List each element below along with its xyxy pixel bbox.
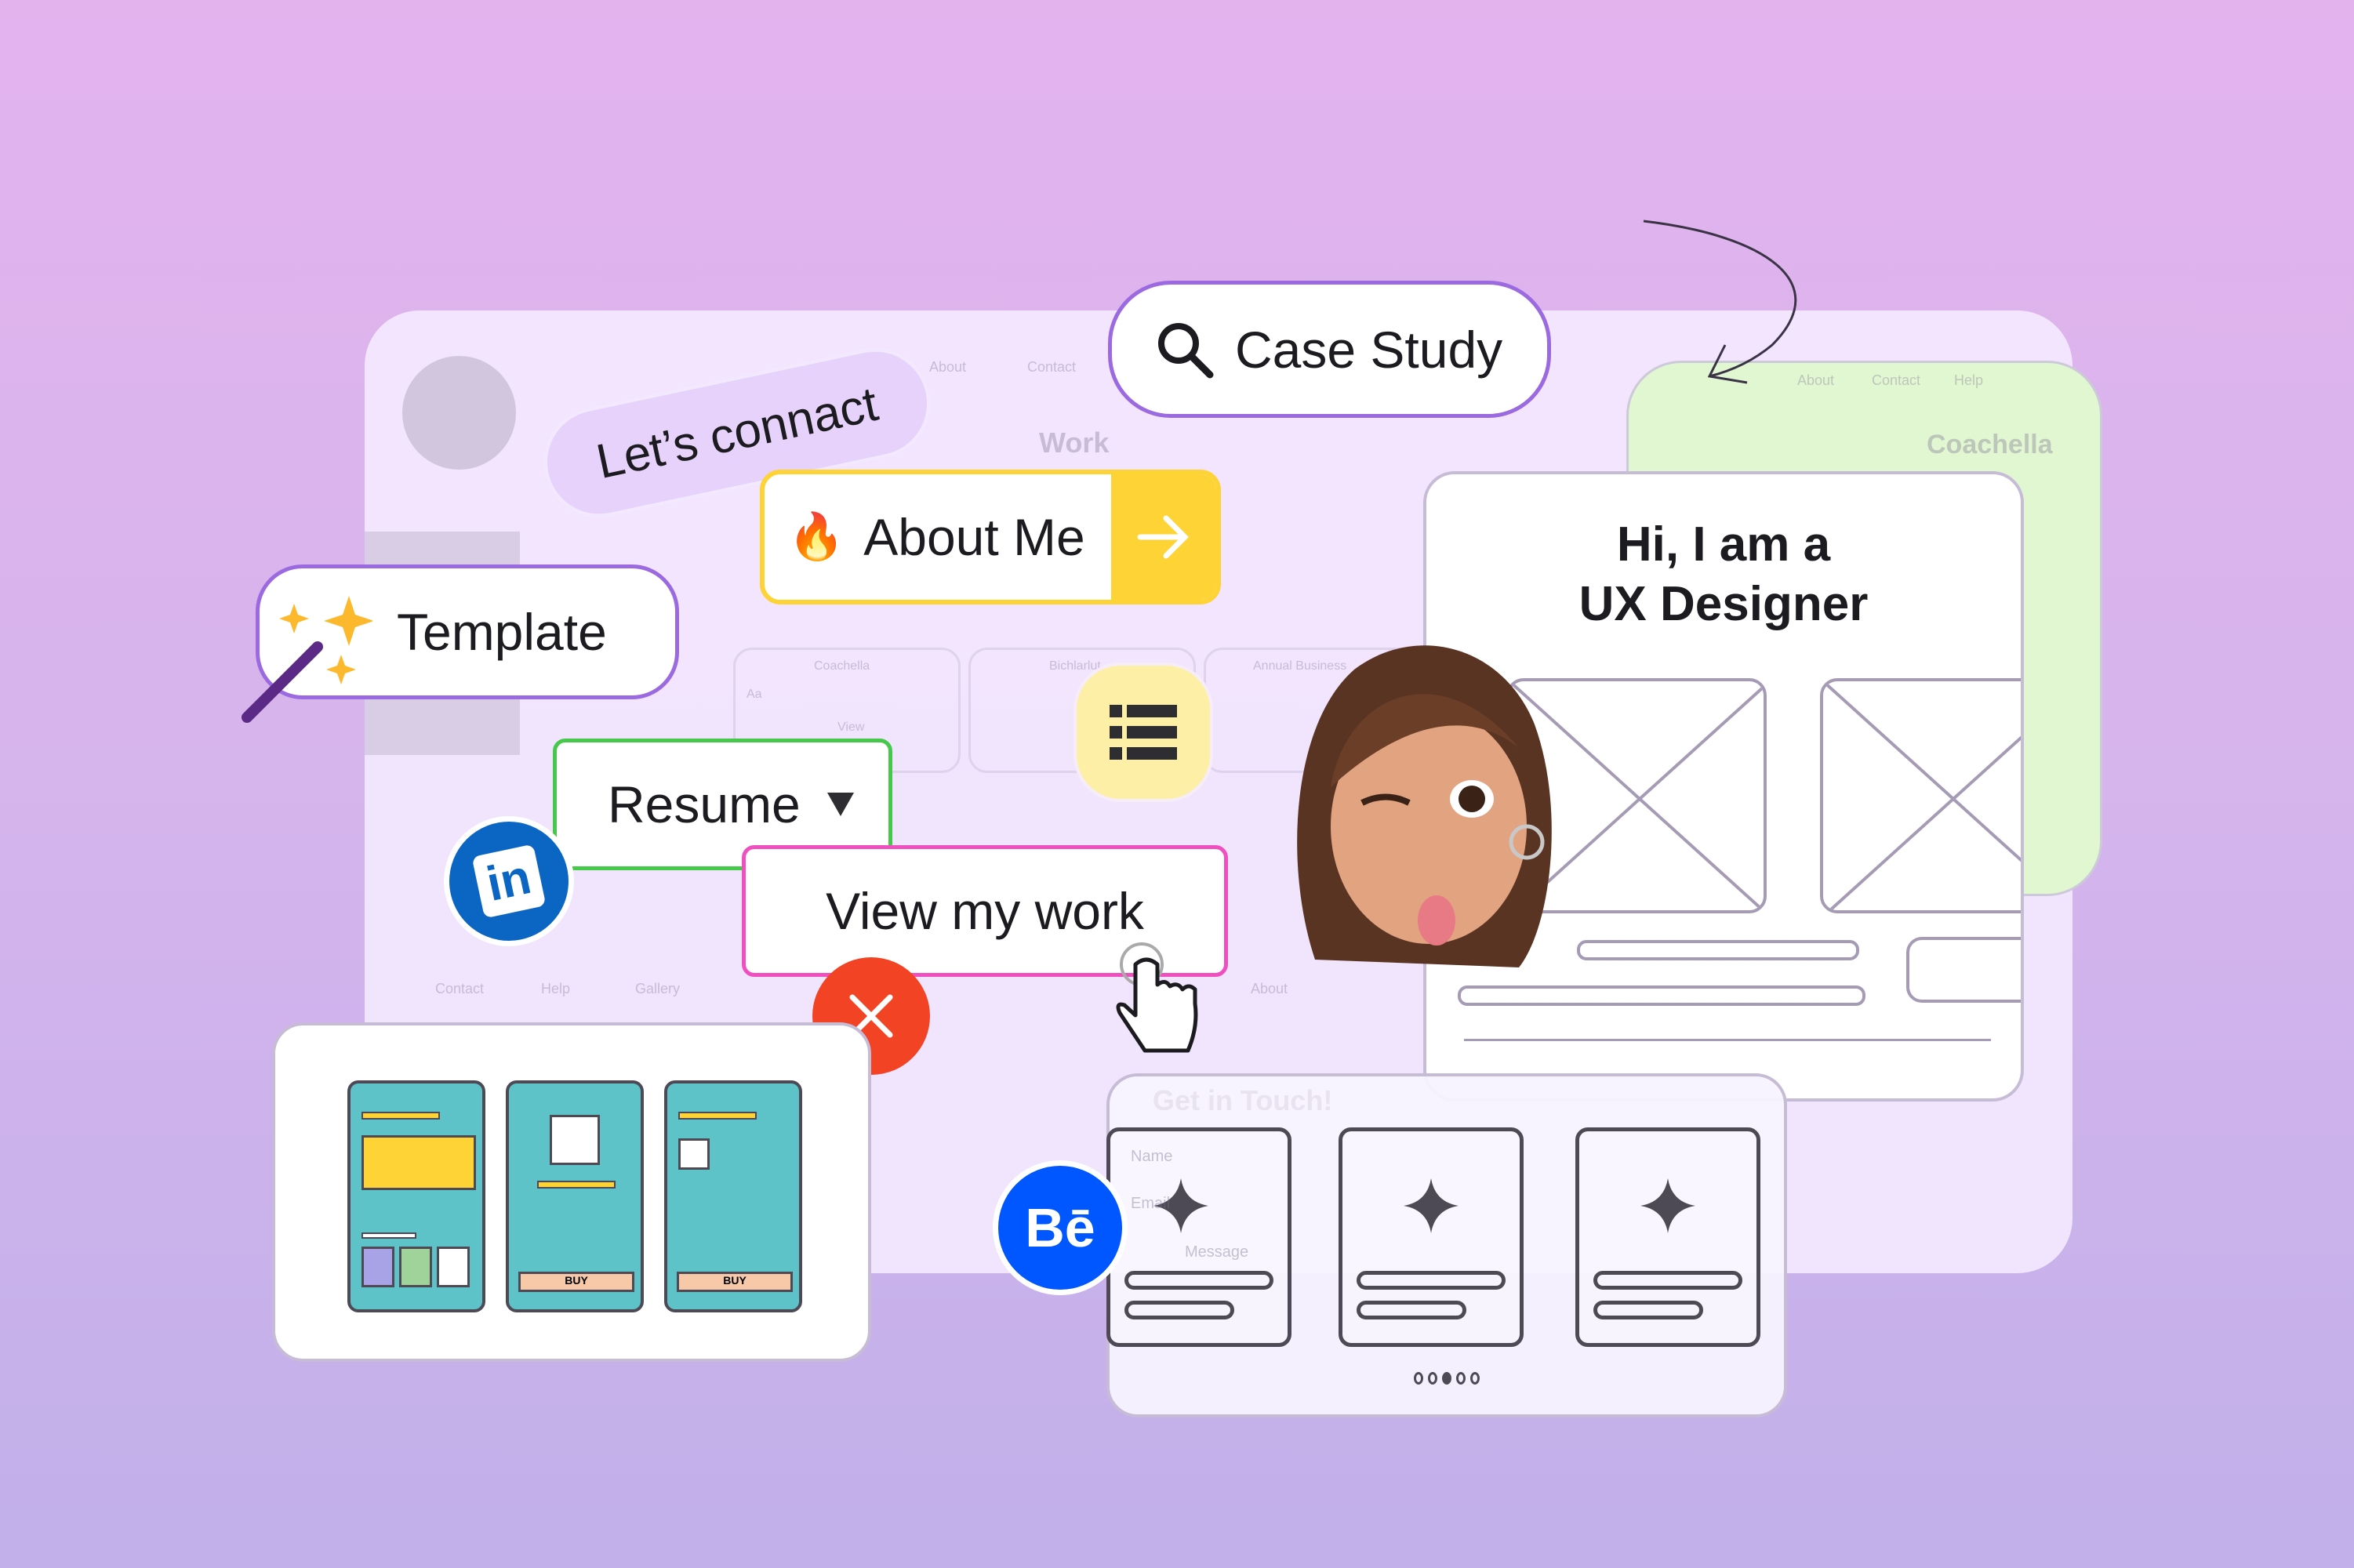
memoji-avatar: [1297, 645, 1552, 967]
list-view-button[interactable]: [1073, 662, 1213, 802]
view-my-work-label: View my work: [826, 882, 1144, 940]
green-nav-help: Help: [1954, 372, 1984, 388]
arrow-right-icon: [1111, 474, 1216, 600]
hero-title-line1: Hi, I am a: [1616, 517, 1831, 572]
fire-icon: 🔥: [788, 511, 845, 562]
footer-help: Help: [541, 981, 571, 996]
field-label-name: Name: [1131, 1148, 1173, 1165]
nav-contact: Contact: [1027, 359, 1077, 375]
field-label-message: Message: [1185, 1243, 1249, 1261]
behance-button[interactable]: Bē: [993, 1160, 1128, 1295]
case-study-button[interactable]: Case Study: [1108, 281, 1551, 418]
button-placeholder: [1906, 937, 2021, 1003]
page-dot[interactable]: [1428, 1372, 1437, 1385]
carousel-pagination[interactable]: [1110, 1372, 1784, 1385]
avatar: [402, 356, 516, 470]
mobile-screen: [347, 1080, 485, 1312]
case-study-label: Case Study: [1235, 320, 1503, 379]
buy-button: BUY: [518, 1272, 634, 1292]
mobile-screen: BUY: [664, 1080, 802, 1312]
page-dot[interactable]: [1456, 1372, 1466, 1385]
footer-gallery: Gallery: [635, 981, 681, 996]
sparkle-icon: [1640, 1178, 1695, 1233]
page-dot-active[interactable]: [1442, 1372, 1451, 1385]
curved-arrow-icon: [1643, 220, 1797, 384]
caret-down-icon: [826, 793, 854, 816]
list-icon: [1110, 705, 1177, 760]
about-me-button[interactable]: 🔥 About Me: [760, 470, 1221, 604]
hero-title-line2: UX Designer: [1578, 577, 1869, 631]
carousel-card[interactable]: [1339, 1127, 1524, 1347]
buy-button: BUY: [677, 1272, 793, 1292]
image-placeholder: [1820, 678, 2021, 913]
hand-pointer-icon: [1116, 942, 1198, 1053]
hero-title: Hi, I am a UX Designer: [1426, 515, 2021, 634]
card-title: Coachella: [814, 659, 870, 673]
field-label-email: Email: [1131, 1195, 1171, 1212]
contact-title: Get in Touch!: [1153, 1084, 1333, 1116]
green-nav-contact: Contact: [1872, 372, 1921, 388]
template-label: Template: [397, 603, 607, 661]
linkedin-label: in: [481, 850, 536, 912]
user-flow-card: BUY BUY: [272, 1022, 871, 1362]
magic-wand-icon: [242, 596, 372, 723]
search-icon: [1158, 322, 1214, 378]
text-placeholder: [1577, 940, 1859, 960]
divider: [1464, 1039, 1991, 1041]
get-in-touch-card: Get in Touch! Name Email Message: [1106, 1073, 1787, 1417]
resume-label: Resume: [608, 775, 801, 833]
green-title: Coachella: [1927, 430, 2053, 459]
font-sample: Aa: [747, 688, 762, 701]
footer-contact: Contact: [435, 981, 485, 996]
carousel-card[interactable]: [1575, 1127, 1760, 1347]
linkedin-button[interactable]: in: [444, 816, 574, 946]
nav-about: About: [929, 359, 967, 375]
page-dot[interactable]: [1414, 1372, 1423, 1385]
page-dot[interactable]: [1470, 1372, 1480, 1385]
mobile-screen: BUY: [506, 1080, 644, 1312]
sparkle-icon: [1404, 1178, 1459, 1233]
linkedin-icon: in: [471, 844, 547, 919]
about-me-label: About Me: [863, 508, 1085, 566]
behance-label: Bē: [1025, 1197, 1095, 1258]
card-view-button: View: [837, 720, 865, 734]
about-tab: About: [1251, 981, 1288, 996]
section-title: Work: [1039, 426, 1110, 459]
